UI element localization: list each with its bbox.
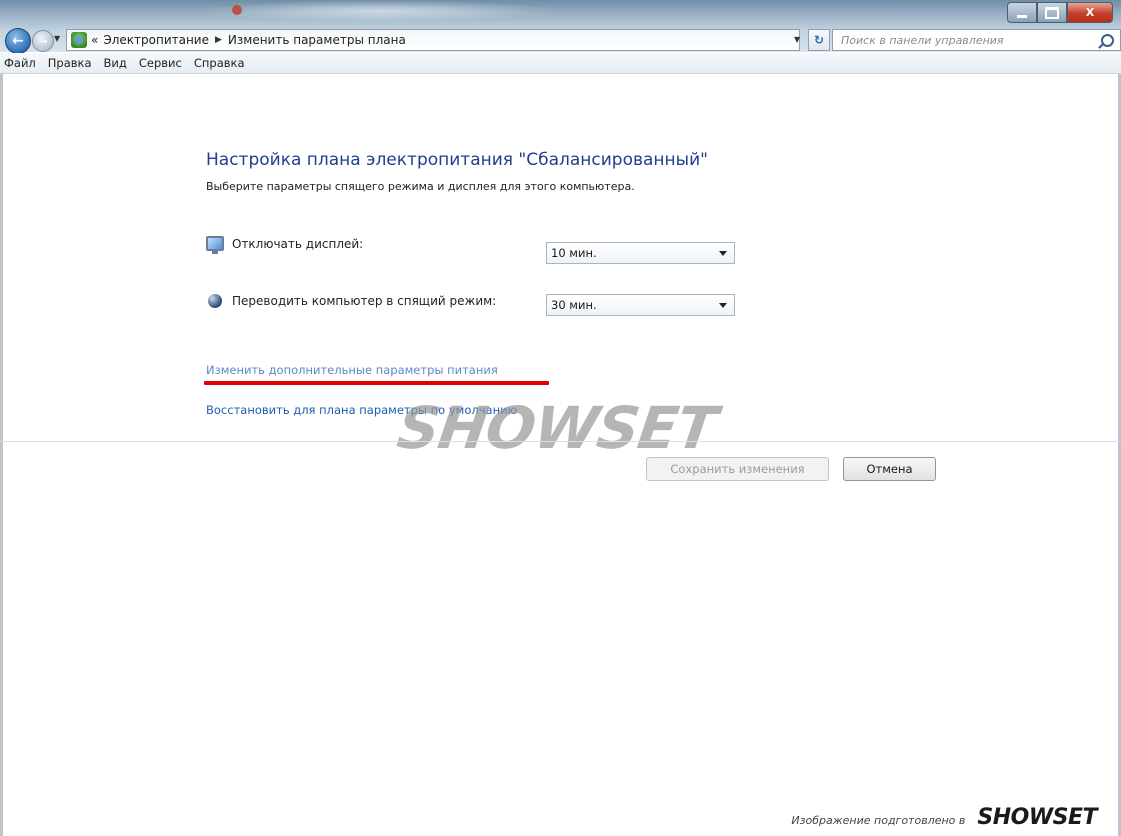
breadcrumb-power-options[interactable]: Электропитание [103,33,209,47]
forward-button[interactable]: → [32,30,54,52]
search-icon[interactable] [1101,33,1114,47]
breadcrumb-separator-icon[interactable]: ▶ [215,35,222,45]
address-bar[interactable]: « Электропитание ▶ Изменить параметры пл… [66,29,800,51]
chevron-down-icon [719,303,727,308]
search-input[interactable] [839,32,1101,48]
monitor-icon [206,236,224,254]
refresh-icon: ↻ [813,33,825,47]
maximize-button[interactable] [1037,2,1067,23]
advanced-settings-link[interactable]: Изменить дополнительные параметры питани… [206,363,498,377]
sleep-label: Переводить компьютер в спящий режим: [232,294,497,308]
app-icon [232,5,242,15]
chevron-down-icon [719,251,727,256]
page-subtitle: Выберите параметры спящего режима и дисп… [206,180,635,193]
sleep-row: Переводить компьютер в спящий режим: [206,294,496,308]
minimize-button[interactable] [1007,2,1037,23]
save-changes-button[interactable]: Сохранить изменения [646,457,829,481]
watermark-logo: SHOWSET [393,394,721,462]
cancel-button[interactable]: Отмена [843,457,936,481]
window-left-border [0,74,3,836]
page-title: Настройка плана электропитания "Сбаланси… [206,150,708,170]
back-button[interactable]: ← [5,28,31,54]
menu-tools[interactable]: Сервис [133,56,188,70]
menu-edit[interactable]: Правка [42,56,98,70]
search-box[interactable] [832,29,1121,51]
sleep-moon-icon [208,294,222,308]
sleep-value: 30 мин. [551,298,597,312]
footer-brand-logo: SHOWSET [977,805,1097,830]
window-title-blur [200,0,560,22]
menu-file[interactable]: Файл [0,56,42,70]
display-off-label: Отключать дисплей: [232,236,364,251]
menu-view[interactable]: Вид [98,56,133,70]
arrow-left-icon: ← [12,33,24,49]
window-controls: X [1007,2,1113,23]
content-divider [0,441,1121,442]
refresh-button[interactable]: ↻ [808,29,830,51]
menu-help[interactable]: Справка [188,56,251,70]
display-off-select[interactable]: 10 мин. [546,242,735,264]
footer-credit: Изображение подготовлено в SHOWSET [791,805,1097,830]
display-off-value: 10 мин. [551,246,597,260]
sleep-select[interactable]: 30 мин. [546,294,735,316]
breadcrumb-edit-plan[interactable]: Изменить параметры плана [228,33,406,47]
recent-pages-dropdown[interactable]: ▼ [54,34,60,43]
control-panel-icon [71,32,87,48]
menu-bar: Файл Правка Вид Сервис Справка [0,53,1121,74]
arrow-right-icon: → [38,34,48,48]
address-dropdown-button[interactable]: ▼ [794,35,800,44]
close-button[interactable]: X [1067,2,1113,23]
address-prefix[interactable]: « [91,33,98,47]
footer-note: Изображение подготовлено в [791,814,966,827]
highlight-underline [204,381,549,385]
display-off-row: Отключать дисплей: [206,236,364,254]
